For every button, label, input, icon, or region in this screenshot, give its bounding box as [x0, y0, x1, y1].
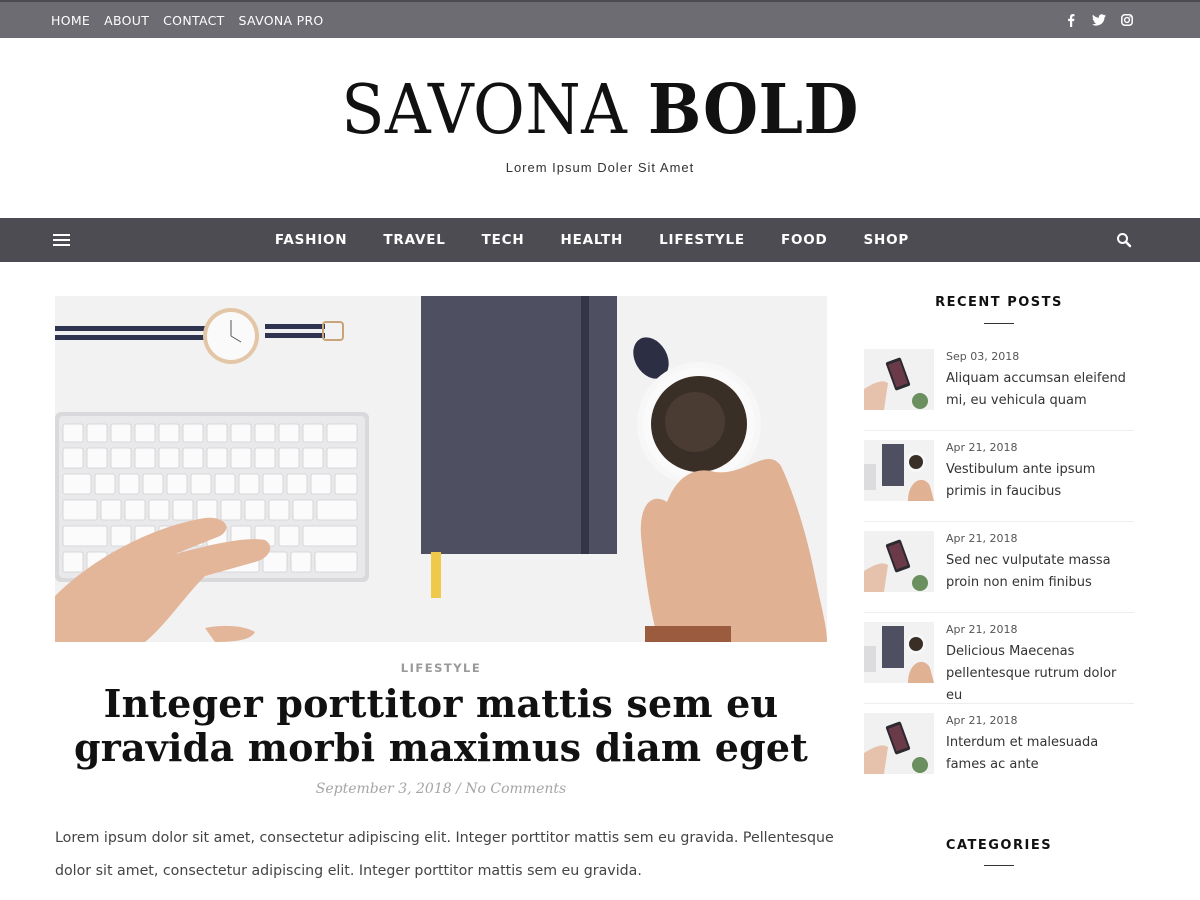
post-excerpt: Lorem ipsum dolor sit amet, consectetur … — [55, 830, 834, 879]
post-comments-link[interactable]: No Comments — [465, 781, 566, 797]
nav-item-lifestyle[interactable]: LIFESTYLE — [659, 232, 745, 248]
recent-post-date: Apr 21, 2018 — [946, 623, 1018, 636]
recent-post-title[interactable]: Aliquam accumsan eleifend mi, eu vehicul… — [946, 368, 1134, 412]
recent-post-date: Apr 21, 2018 — [946, 714, 1018, 727]
recent-post-item[interactable]: Apr 21, 2018 Delicious Maecenas pellente… — [864, 613, 1134, 704]
recent-post-thumbnail[interactable] — [864, 440, 934, 501]
nav-item-tech[interactable]: TECH — [482, 232, 525, 248]
recent-post-item[interactable]: Apr 21, 2018 Interdum et malesuada fames… — [864, 704, 1134, 795]
search-icon[interactable] — [1116, 232, 1132, 248]
nav-item-fashion[interactable]: FASHION — [275, 232, 348, 248]
recent-post-item[interactable]: Sep 03, 2018 Aliquam accumsan eleifend m… — [864, 340, 1134, 431]
site-logo[interactable]: SAVONA BOLD — [42, 76, 1158, 145]
recent-post-date: Sep 03, 2018 — [946, 350, 1020, 363]
top-bar: HOME ABOUT CONTACT SAVONA PRO — [0, 0, 1200, 38]
categories-divider — [984, 865, 1014, 866]
nav-item-health[interactable]: HEALTH — [560, 232, 623, 248]
recent-post-thumbnail[interactable] — [864, 349, 934, 410]
categories-title: CATEGORIES — [945, 838, 1053, 853]
nav-item-food[interactable]: FOOD — [781, 232, 828, 248]
recent-post-thumbnail[interactable] — [864, 622, 934, 683]
main-nav: FASHION TRAVEL TECH HEALTH LIFESTYLE FOO… — [0, 218, 1200, 262]
post-meta-separator: / — [451, 781, 466, 797]
nav-menu: FASHION TRAVEL TECH HEALTH LIFESTYLE FOO… — [0, 218, 1184, 262]
recent-post-title[interactable]: Interdum et malesuada fames ac ante — [946, 732, 1134, 776]
post-meta: September 3, 2018 / No Comments — [55, 781, 827, 797]
facebook-icon[interactable] — [1064, 13, 1078, 27]
recent-post-title[interactable]: Vestibulum ante ipsum primis in faucibus — [946, 459, 1134, 503]
recent-post-title[interactable]: Delicious Maecenas pellentesque rutrum d… — [946, 641, 1134, 707]
recent-post-item[interactable]: Apr 21, 2018 Vestibulum ante ipsum primi… — [864, 431, 1134, 522]
logo-bold-text: BOLD — [647, 70, 859, 150]
social-links — [1064, 2, 1134, 38]
post-category[interactable]: LIFESTYLE — [55, 661, 827, 675]
top-link-about[interactable]: ABOUT — [104, 13, 149, 28]
logo-thin-text: SAVONA — [341, 71, 628, 150]
recent-post-date: Apr 21, 2018 — [946, 441, 1018, 454]
top-link-contact[interactable]: CONTACT — [163, 13, 224, 28]
recent-posts-title: RECENT POSTS — [935, 295, 1063, 310]
site-header: SAVONA BOLD Lorem Ipsum Doler Sit Amet — [0, 38, 1200, 218]
site-tagline: Lorem Ipsum Doler Sit Amet — [505, 160, 695, 175]
top-links: HOME ABOUT CONTACT SAVONA PRO — [51, 2, 324, 38]
featured-image[interactable] — [55, 296, 827, 642]
nav-item-shop[interactable]: SHOP — [864, 232, 910, 248]
instagram-icon[interactable] — [1120, 14, 1134, 26]
top-link-home[interactable]: HOME — [51, 13, 90, 28]
recent-posts-list: Sep 03, 2018 Aliquam accumsan eleifend m… — [864, 340, 1134, 795]
recent-post-thumbnail[interactable] — [864, 713, 934, 774]
post-title[interactable]: Integer porttitor mattis sem eu gravida … — [55, 682, 827, 770]
post-date: September 3, 2018 — [315, 781, 452, 797]
nav-item-travel[interactable]: TRAVEL — [383, 232, 445, 248]
recent-post-date: Apr 21, 2018 — [946, 532, 1018, 545]
recent-post-thumbnail[interactable] — [864, 531, 934, 592]
top-link-savona-pro[interactable]: SAVONA PRO — [239, 13, 324, 28]
twitter-icon[interactable] — [1092, 14, 1106, 26]
recent-post-title[interactable]: Sed nec vulputate massa proin non enim f… — [946, 550, 1134, 594]
recent-posts-divider — [984, 323, 1014, 324]
recent-post-item[interactable]: Apr 21, 2018 Sed nec vulputate massa pro… — [864, 522, 1134, 613]
